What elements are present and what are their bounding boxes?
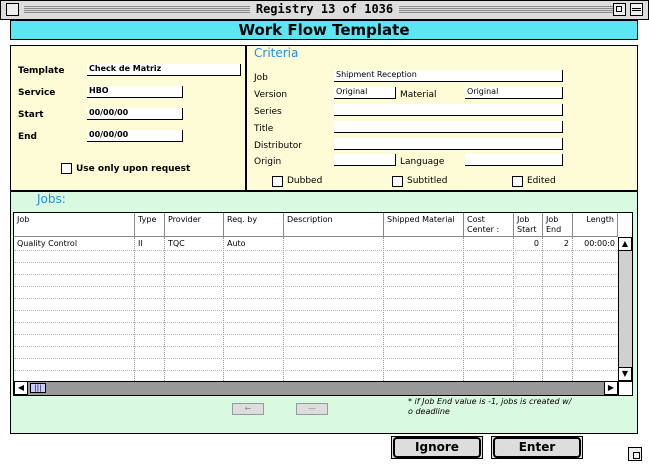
cell-job: Quality Control xyxy=(17,239,78,248)
row-divider xyxy=(14,298,618,299)
column-header-length[interactable]: Length xyxy=(573,213,618,237)
horizontal-scrollbar[interactable] xyxy=(14,381,618,395)
column-header-job[interactable]: Job xyxy=(14,213,135,237)
job-field[interactable]: Shipment Reception xyxy=(334,70,563,82)
jobs-table[interactable]: Job Type Provider Req. by Description Sh… xyxy=(13,212,633,396)
row-divider xyxy=(14,346,618,347)
row-divider xyxy=(14,334,618,335)
dubbed-label: Dubbed xyxy=(287,176,323,186)
column-header-description[interactable]: Description xyxy=(284,213,384,237)
dubbed-checkbox[interactable] xyxy=(272,176,283,187)
row-divider xyxy=(14,274,618,275)
column-divider xyxy=(383,237,384,381)
jobs-title: Jobs: xyxy=(37,192,66,206)
row-divider xyxy=(14,262,618,263)
end-date-field[interactable]: 00/00/00 xyxy=(87,130,183,142)
row-divider xyxy=(14,370,618,371)
title-label: Title xyxy=(254,124,274,134)
column-header-cost-center[interactable]: Cost Center : xyxy=(464,213,514,237)
row-divider xyxy=(14,286,618,287)
series-label: Series xyxy=(254,107,282,117)
window-title: Registry 13 of 1036 xyxy=(0,0,649,20)
table-row[interactable]: Quality Control II TQC Auto 0 2 00:00:0 xyxy=(14,238,618,250)
distributor-label: Distributor xyxy=(254,141,303,151)
material-field[interactable]: Original xyxy=(465,87,563,99)
cell-job-end: 2 xyxy=(563,239,569,248)
scroll-right-arrow-icon[interactable]: ▶ xyxy=(604,381,618,395)
scroll-left-arrow-icon[interactable]: ◀ xyxy=(14,381,28,395)
column-divider xyxy=(164,237,165,381)
row-divider xyxy=(14,322,618,323)
start-label: Start xyxy=(18,110,44,120)
start-date-field[interactable]: 00/00/00 xyxy=(87,108,183,120)
scrollbar-corner xyxy=(618,381,632,395)
edited-checkbox[interactable] xyxy=(512,176,523,187)
previous-arrow-button[interactable]: ← xyxy=(232,403,264,415)
job-end-footnote: * if Job End value is -1, jobs is create… xyxy=(408,397,572,416)
subtitled-label: Subtitled xyxy=(407,176,448,186)
remove-row-button[interactable]: — xyxy=(296,403,328,415)
language-label: Language xyxy=(400,157,445,167)
cell-provider: TQC xyxy=(168,239,185,248)
cell-req-by: Auto xyxy=(227,239,246,248)
row-divider xyxy=(14,310,618,311)
origin-field[interactable] xyxy=(334,154,396,166)
template-label: Template xyxy=(18,66,65,76)
material-label: Material xyxy=(400,90,437,100)
service-field[interactable]: HBO xyxy=(87,86,183,98)
title-field[interactable] xyxy=(334,121,563,133)
column-header-shipped-material[interactable]: Shipped Material xyxy=(384,213,464,237)
criteria-title: Criteria xyxy=(254,46,299,60)
subtitled-checkbox[interactable] xyxy=(392,176,403,187)
scroll-thumb[interactable]: ||| xyxy=(30,383,46,393)
column-divider xyxy=(513,237,514,381)
column-divider xyxy=(463,237,464,381)
column-divider xyxy=(223,237,224,381)
version-label: Version xyxy=(254,90,288,100)
series-field[interactable] xyxy=(334,104,563,116)
row-divider xyxy=(14,358,618,359)
page-title: Work Flow Template xyxy=(10,20,638,40)
language-field[interactable] xyxy=(465,154,563,166)
service-label: Service xyxy=(18,88,56,98)
column-header-provider[interactable]: Provider xyxy=(165,213,224,237)
ignore-button[interactable]: Ignore xyxy=(393,437,481,458)
criteria-panel xyxy=(246,45,638,191)
cell-job-start: 0 xyxy=(533,239,539,248)
edited-label: Edited xyxy=(527,176,556,186)
use-upon-request-checkbox[interactable] xyxy=(61,163,72,174)
template-field[interactable]: Check de Matriz xyxy=(87,64,241,76)
end-label: End xyxy=(18,132,37,142)
job-label: Job xyxy=(254,73,268,83)
column-divider xyxy=(572,237,573,381)
row-divider xyxy=(14,250,618,251)
column-header-job-end[interactable]: Job End xyxy=(543,213,573,237)
cell-length: 00:00:0 xyxy=(584,239,615,248)
use-upon-request-label: Use only upon request xyxy=(76,164,191,174)
column-divider xyxy=(134,237,135,381)
resize-handle-icon[interactable] xyxy=(628,447,642,461)
distributor-field[interactable] xyxy=(334,138,563,150)
origin-label: Origin xyxy=(254,157,282,167)
vertical-scrollbar[interactable] xyxy=(618,237,632,381)
column-header-job-start[interactable]: Job Start xyxy=(514,213,543,237)
scroll-up-arrow-icon[interactable]: ▲ xyxy=(618,237,632,251)
cell-type: II xyxy=(138,239,143,248)
column-header-type[interactable]: Type xyxy=(135,213,165,237)
enter-button[interactable]: Enter xyxy=(493,437,581,458)
version-field[interactable]: Original xyxy=(334,87,396,99)
column-header-req-by[interactable]: Req. by xyxy=(224,213,284,237)
column-divider xyxy=(283,237,284,381)
column-divider xyxy=(542,237,543,381)
scroll-down-arrow-icon[interactable]: ▼ xyxy=(618,367,632,381)
